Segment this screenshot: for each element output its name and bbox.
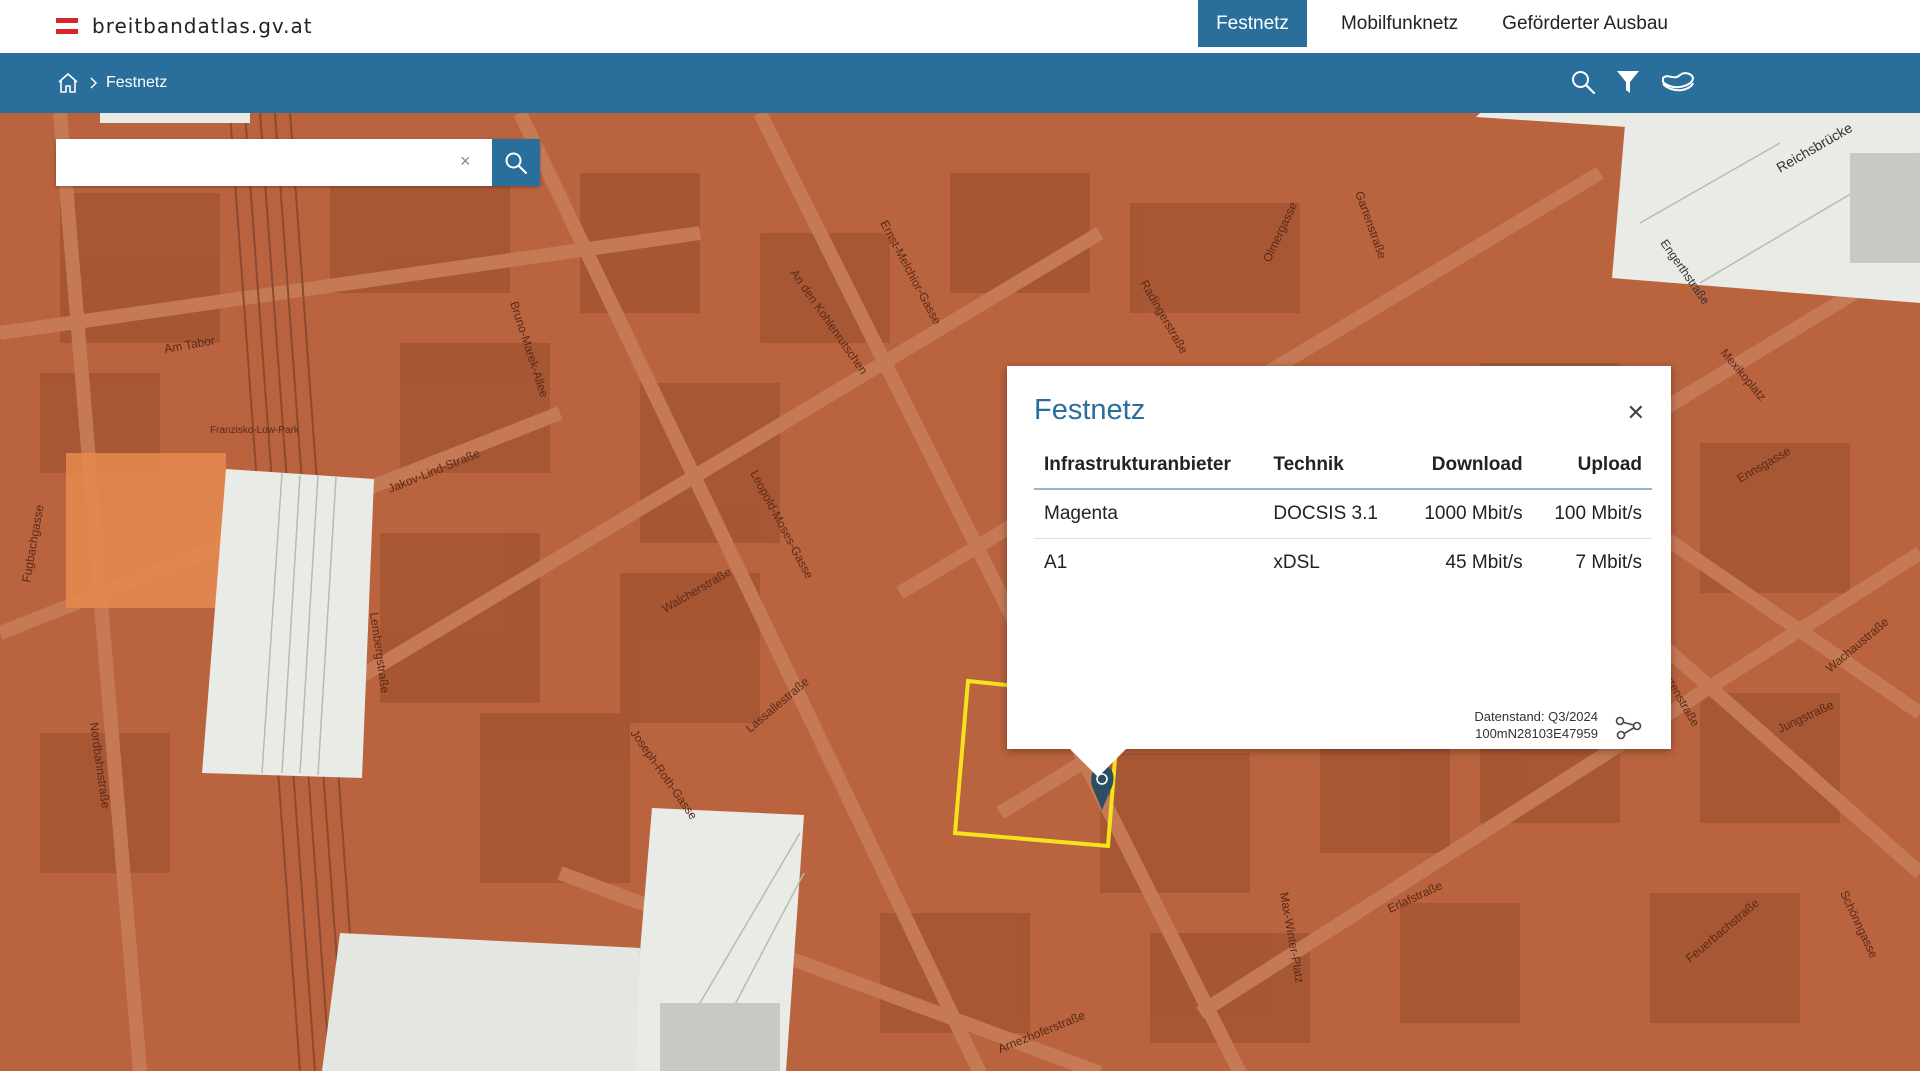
table-header-row: Infrastrukturanbieter Technik Download U… bbox=[1034, 442, 1652, 490]
filter-icon[interactable] bbox=[1616, 69, 1640, 95]
upload-cell: 7 Mbit/s bbox=[1575, 552, 1642, 573]
nav-tab-mobilfunknetz[interactable]: Mobilfunknetz bbox=[1323, 0, 1476, 47]
provider-cell: Magenta bbox=[1034, 489, 1264, 539]
column-header: Infrastrukturanbieter bbox=[1034, 442, 1264, 490]
breadcrumb-current: Festnetz bbox=[106, 74, 168, 91]
austria-flag-icon bbox=[56, 18, 78, 34]
table-row: A1 xDSL 45 Mbit/s 7 Mbit/s bbox=[1034, 539, 1652, 588]
clear-icon[interactable]: × bbox=[460, 151, 471, 172]
info-popup: Festnetz ✕ Infrastrukturanbieter Technik… bbox=[1007, 366, 1671, 777]
cell-id: 100mN28103E47959 bbox=[1475, 726, 1598, 741]
search-icon[interactable] bbox=[1570, 69, 1596, 95]
close-icon[interactable]: ✕ bbox=[1627, 400, 1645, 426]
tech-cell: xDSL bbox=[1273, 552, 1320, 573]
share-icon[interactable] bbox=[1615, 714, 1643, 740]
popup-footer: Datenstand: Q3/2024 100mN28103E47959 bbox=[1474, 708, 1598, 742]
map-toolbar bbox=[1570, 69, 1696, 95]
download-cell: 1000 Mbit/s bbox=[1401, 489, 1533, 539]
chevron-right-icon bbox=[90, 77, 98, 89]
search-box: × bbox=[56, 139, 540, 186]
table-row: Magenta DOCSIS 3.1 1000 Mbit/s 100 Mbit/… bbox=[1034, 489, 1652, 539]
site-title: breitbandatlas.gv.at bbox=[92, 14, 313, 38]
column-header: Upload bbox=[1532, 442, 1652, 490]
breadcrumb: Festnetz bbox=[56, 71, 167, 95]
nav-tab-gefoerderter-ausbau[interactable]: Geförderter Ausbau bbox=[1484, 0, 1686, 47]
data-status: Datenstand: Q3/2024 bbox=[1474, 709, 1598, 724]
search-icon bbox=[505, 152, 528, 174]
column-header: Technik bbox=[1263, 442, 1402, 490]
main-nav: Festnetz Mobilfunknetz Geförderter Ausba… bbox=[1198, 0, 1920, 47]
tech-cell: DOCSIS 3.1 bbox=[1263, 489, 1402, 539]
coverage-tile-alt bbox=[66, 453, 226, 608]
search-button[interactable] bbox=[492, 139, 540, 186]
provider-table: Infrastrukturanbieter Technik Download U… bbox=[1034, 442, 1652, 587]
home-icon[interactable] bbox=[56, 71, 80, 95]
search-input[interactable] bbox=[56, 139, 492, 186]
upload-cell: 100 Mbit/s bbox=[1532, 489, 1652, 539]
provider-cell: A1 bbox=[1044, 552, 1068, 573]
download-cell: 45 Mbit/s bbox=[1445, 552, 1523, 573]
street-label: Franzisko-Low-Park bbox=[210, 425, 300, 436]
column-header: Download bbox=[1401, 442, 1533, 490]
map-layers-icon[interactable] bbox=[1660, 69, 1696, 95]
breadcrumb-bar: Festnetz bbox=[0, 53, 1920, 113]
top-bar: breitbandatlas.gv.at Festnetz Mobilfunkn… bbox=[0, 0, 1920, 53]
popup-title: Festnetz bbox=[1034, 394, 1146, 426]
nav-tab-festnetz[interactable]: Festnetz bbox=[1198, 0, 1307, 47]
brand[interactable]: breitbandatlas.gv.at bbox=[56, 13, 313, 39]
